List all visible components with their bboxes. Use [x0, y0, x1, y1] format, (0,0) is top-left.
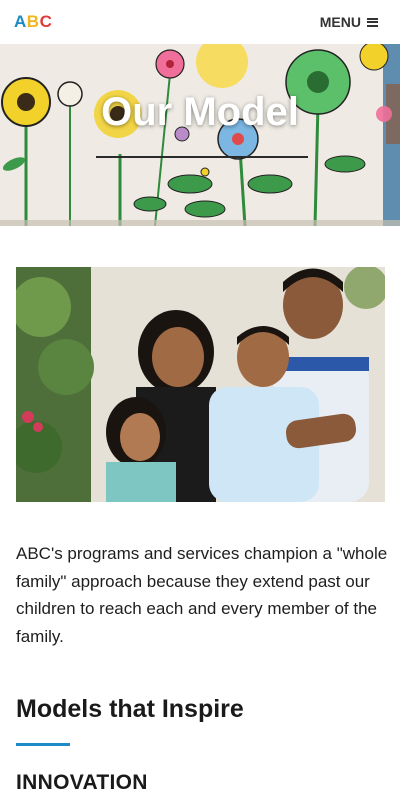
menu-button[interactable]: MENU: [320, 14, 378, 30]
heading-accent-rule: [16, 743, 70, 746]
page-title: Our Model: [101, 90, 299, 134]
logo-letter-c: C: [39, 12, 53, 31]
innovation-heading: INNOVATION: [16, 771, 148, 794]
menu-label: MENU: [319, 14, 361, 30]
hamburger-icon: [367, 17, 378, 27]
family-photo: [16, 267, 385, 502]
logo-letter-a: A: [14, 12, 27, 31]
logo-letter-b: B: [26, 12, 40, 31]
section-heading: Models that Inspire: [16, 695, 244, 723]
hero-drawing-illustration: [0, 44, 400, 226]
family-photo-illustration: [16, 267, 385, 502]
abc-logo[interactable]: ABC: [14, 12, 52, 32]
site-header: ABC MENU: [0, 0, 400, 44]
title-divider: [96, 156, 308, 158]
hero-banner: Our Model: [0, 44, 400, 226]
intro-paragraph: ABC's programs and services champion a "…: [16, 544, 388, 646]
